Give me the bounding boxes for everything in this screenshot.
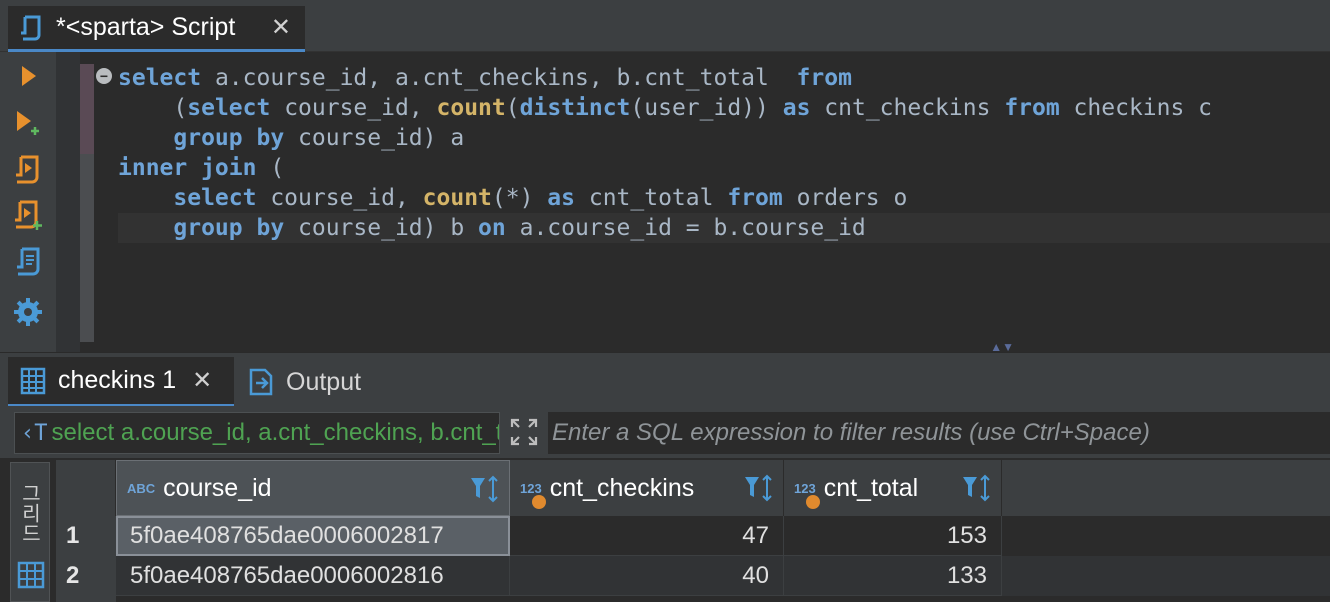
execute-statement-button[interactable] <box>8 58 48 98</box>
editor-toolbar <box>0 52 56 352</box>
explain-plan-icon <box>14 246 42 283</box>
execute-script-icon <box>13 154 43 191</box>
expand-icon <box>509 417 539 452</box>
editor-gutter <box>56 52 80 352</box>
table-row[interactable]: 2 5f0ae408765dae0006002816 40 133 <box>56 556 1330 596</box>
column-header-cnt-total[interactable]: 123 cnt_total <box>784 460 1002 516</box>
execute-new-tab-button[interactable] <box>8 104 48 144</box>
filter-input[interactable] <box>548 412 1330 454</box>
grid-table-icon <box>18 366 48 396</box>
filter-sort-icon[interactable] <box>743 474 775 502</box>
tab-label: checkins 1 <box>58 366 177 394</box>
results-tab-bar: checkins 1 ✕ Output <box>0 352 1330 407</box>
table-row[interactable]: 1 5f0ae408765dae0006002817 47 153 <box>56 516 1330 556</box>
column-header-course-id[interactable]: ABC course_id <box>116 460 510 516</box>
numeric-type-icon: 123 <box>520 481 546 509</box>
active-query-field[interactable]: ‹T select a.course_id, a.cnt_checkins, b… <box>14 412 500 454</box>
text-type-icon: ABC <box>127 480 156 496</box>
expand-button[interactable] <box>504 414 544 454</box>
grid-header: ABC course_id 123 cnt_checkins 123 cnt_t… <box>56 460 1330 516</box>
filter-sort-icon[interactable] <box>961 474 993 502</box>
editor-tab-script[interactable]: *<sparta> Script ✕ <box>8 6 305 52</box>
column-header-cnt-checkins[interactable]: 123 cnt_checkins <box>510 460 784 516</box>
cell-course-id[interactable]: 5f0ae408765dae0006002817 <box>116 516 510 556</box>
cell-cnt-total[interactable]: 153 <box>784 516 1002 556</box>
grid-view-icon[interactable] <box>15 559 47 591</box>
side-panel-label: 그리드 <box>18 483 40 543</box>
code-line-1: select a.course_id, a.cnt_checkins, b.cn… <box>118 65 852 91</box>
tab-checkins-1[interactable]: checkins 1 ✕ <box>8 357 234 407</box>
execute-script-button[interactable] <box>8 152 48 192</box>
cell-cnt-checkins[interactable]: 47 <box>510 516 784 556</box>
column-name: cnt_total <box>823 473 919 502</box>
column-name: cnt_checkins <box>549 473 695 502</box>
cell-course-id[interactable]: 5f0ae408765dae0006002816 <box>116 556 510 596</box>
tab-output[interactable]: Output <box>236 357 406 407</box>
sql-editor[interactable]: − select a.course_id, a.cnt_checkins, b.… <box>94 52 1330 354</box>
cell-cnt-checkins[interactable]: 40 <box>510 556 784 596</box>
row-number <box>56 596 116 602</box>
cell-cnt-total[interactable]: 133 <box>784 556 1002 596</box>
settings-button[interactable] <box>8 294 48 334</box>
execute-script-new-tab-button[interactable] <box>8 198 48 238</box>
execute-script-new-tab-icon <box>12 199 44 238</box>
code-line-3: group by course_id) a <box>173 125 465 151</box>
results-grid: ABC course_id 123 cnt_checkins 123 cnt_t… <box>56 460 1330 602</box>
script-file-icon <box>18 14 46 42</box>
numeric-type-icon: 123 <box>794 481 820 509</box>
side-panel-grid[interactable]: 그리드 <box>10 462 50 602</box>
filter-toolbar: ‹T select a.course_id, a.cnt_checkins, b… <box>0 406 1330 458</box>
execute-icon <box>18 64 38 93</box>
tab-label: Output <box>286 367 362 396</box>
close-icon[interactable]: ✕ <box>271 16 291 40</box>
sql-query-icon: ‹T <box>21 420 48 446</box>
editor-tab-bar: *<sparta> Script ✕ <box>0 0 1330 52</box>
code-line-2: (select course_id, count(distinct(user_i… <box>118 95 1213 121</box>
gear-icon <box>13 297 43 332</box>
row-number-header <box>56 460 116 516</box>
code-line-6: group by course_id) b on a.course_id = b… <box>118 213 1330 243</box>
output-icon <box>246 367 276 397</box>
change-marker-bar <box>80 64 94 342</box>
execute-new-tab-icon <box>13 107 43 142</box>
explain-plan-button[interactable] <box>8 244 48 284</box>
code-line-4: inner join ( <box>118 155 285 181</box>
column-name: course_id <box>163 473 272 502</box>
row-number[interactable]: 1 <box>56 516 116 556</box>
fold-collapse-icon[interactable]: − <box>96 68 112 84</box>
table-row <box>56 596 1330 602</box>
close-icon[interactable]: ✕ <box>192 366 212 395</box>
editor-tab-title: *<sparta> Script <box>56 13 236 41</box>
code-line-5: select course_id, count(*) as cnt_total … <box>173 185 908 211</box>
active-query-text: select a.course_id, a.cnt_checkins, b.cn… <box>51 419 500 446</box>
row-number[interactable]: 2 <box>56 556 116 596</box>
filter-sort-icon[interactable] <box>469 475 501 503</box>
